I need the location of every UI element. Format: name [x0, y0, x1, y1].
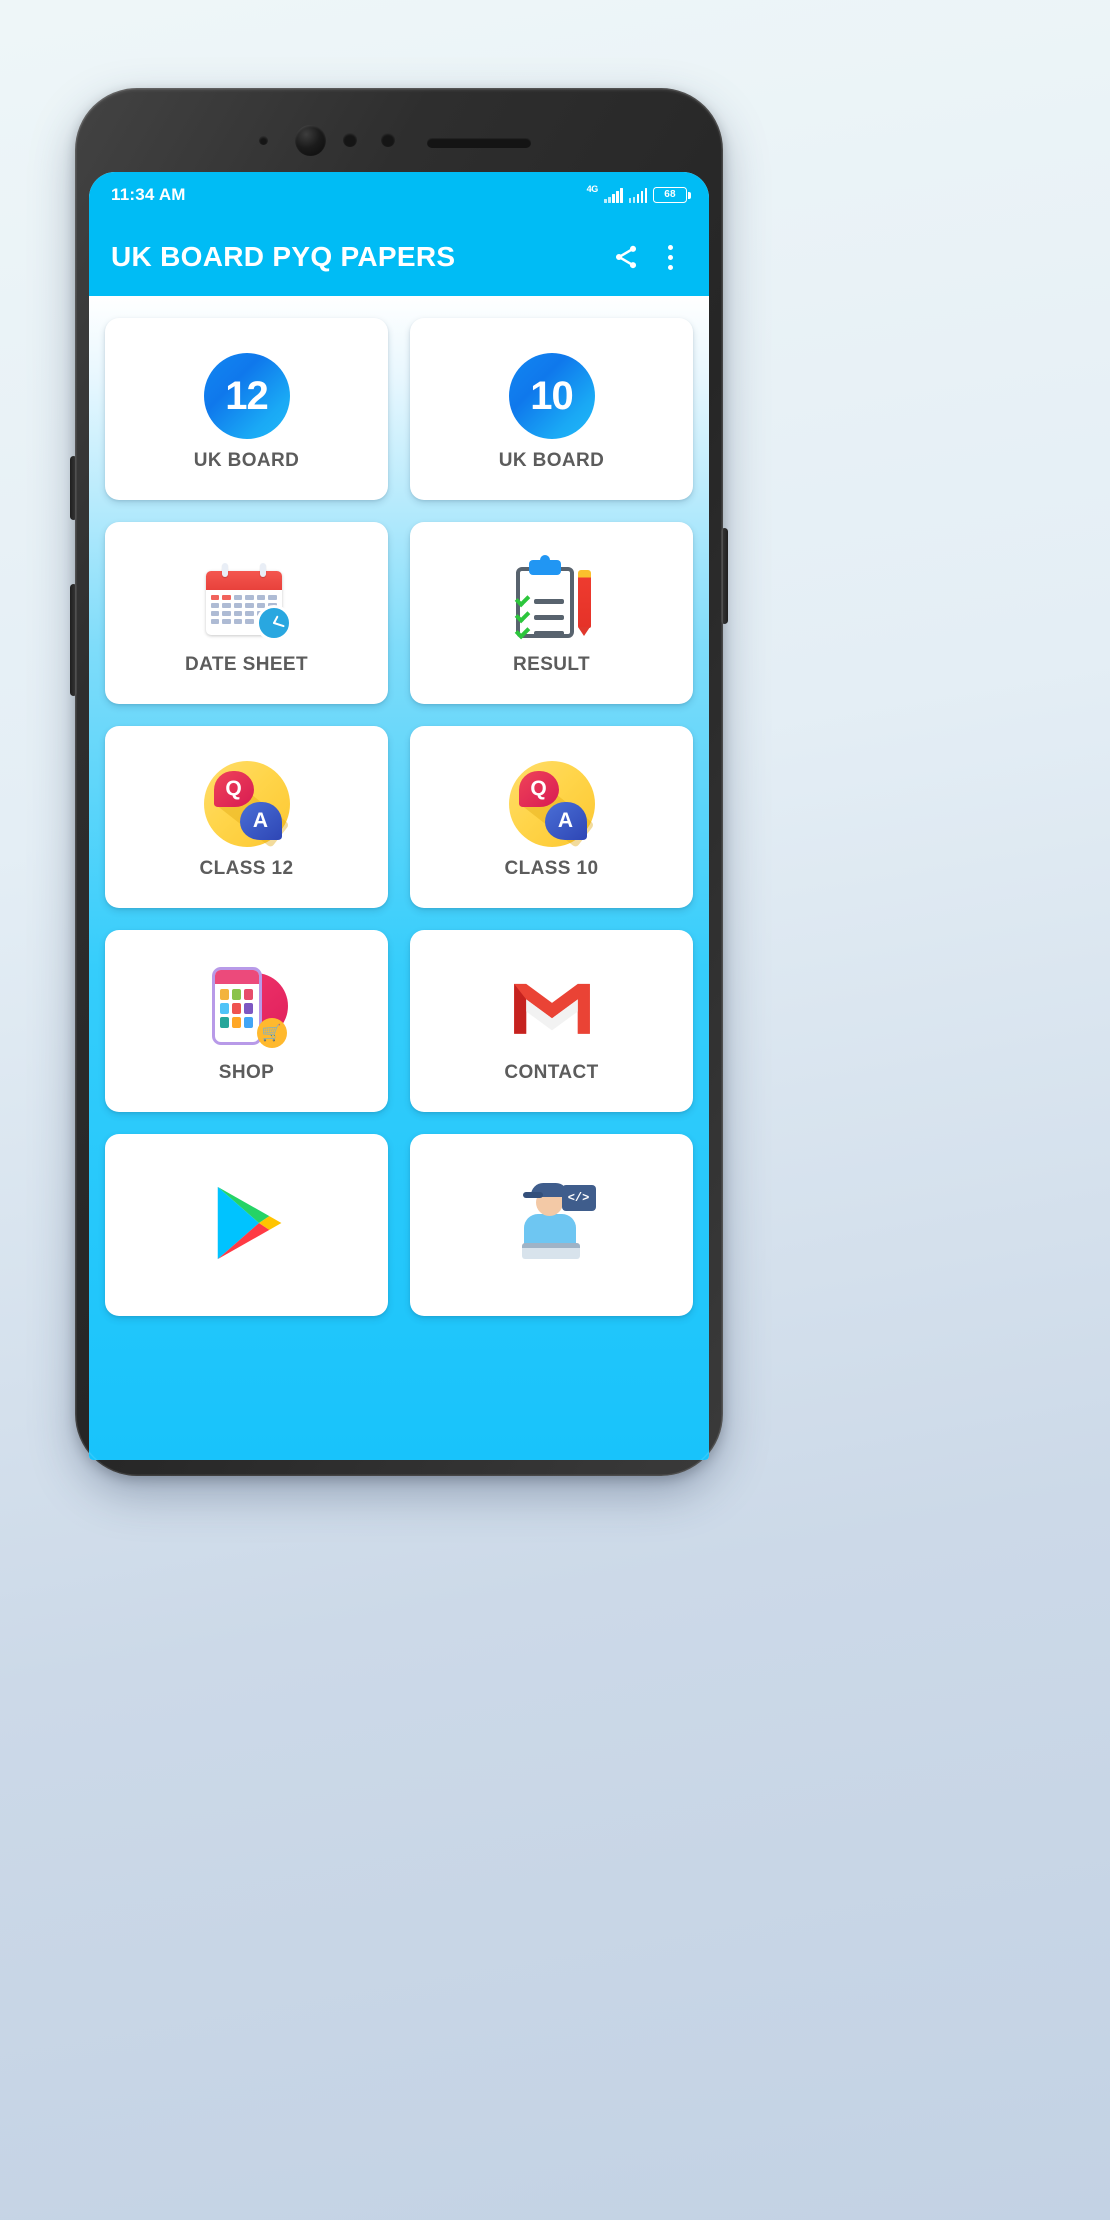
card-shop[interactable]: 🛒 SHOP — [105, 930, 388, 1112]
clipboard-checklist-icon — [506, 554, 598, 646]
card-class-10[interactable]: Q A CLASS 10 — [410, 726, 693, 908]
battery-icon: 68 — [653, 187, 691, 203]
card-uk-board-12[interactable]: 12 UK BOARD — [105, 318, 388, 500]
proximity-sensor-icon — [343, 133, 357, 147]
status-bar: 11:34 AM 4G 68 — [89, 172, 709, 218]
developer-person-icon: </> — [506, 1177, 598, 1269]
calendar-clock-icon — [201, 554, 293, 646]
volume-down-button[interactable] — [70, 584, 77, 696]
code-tag-icon: </> — [561, 1185, 596, 1211]
network-type-label: 4G — [586, 184, 599, 194]
card-uk-board-10[interactable]: 10 UK BOARD — [410, 318, 693, 500]
page-title: UK BOARD PYQ PAPERS — [111, 241, 456, 272]
battery-percent-label: 68 — [664, 189, 676, 200]
card-label: UK BOARD — [193, 450, 300, 471]
question-bubble: Q — [518, 771, 559, 807]
volume-up-button[interactable] — [70, 456, 77, 520]
phone-mockup-frame: 11:34 AM 4G 68 UK BOARD PYQ PAPERS 12 UK… — [70, 88, 728, 1476]
card-label: CONTACT — [504, 1062, 599, 1083]
question-answer-icon: Q A — [201, 758, 293, 850]
gmail-envelope-icon — [506, 962, 598, 1054]
card-developer[interactable]: </> — [410, 1134, 693, 1316]
clock-icon — [255, 605, 292, 641]
status-indicators: 4G 68 — [586, 184, 691, 203]
mobile-shop-cart-icon: 🛒 — [201, 962, 293, 1054]
card-label: RESULT — [513, 654, 590, 675]
card-label: DATE SHEET — [185, 654, 308, 675]
card-result[interactable]: RESULT — [410, 522, 693, 704]
card-label: CLASS 10 — [504, 858, 599, 879]
class-12-badge-number: 12 — [203, 353, 290, 439]
light-sensor-icon — [381, 133, 395, 147]
class-10-badge-icon: 10 — [506, 350, 598, 442]
front-camera-icon — [295, 125, 326, 156]
app-bar: UK BOARD PYQ PAPERS — [89, 218, 709, 296]
cart-icon: 🛒 — [256, 1018, 287, 1048]
sensor-cluster — [75, 124, 723, 158]
main-content: 12 UK BOARD 10 UK BOARD DATE SHEET RESUL… — [89, 296, 709, 1460]
answer-bubble: A — [544, 802, 587, 840]
card-contact[interactable]: CONTACT — [410, 930, 693, 1112]
power-button[interactable] — [721, 528, 728, 624]
signal-bars-secondary-icon — [628, 188, 647, 203]
card-google-play[interactable] — [105, 1134, 388, 1316]
ir-sensor-icon — [259, 136, 268, 145]
card-class-12[interactable]: Q A CLASS 12 — [105, 726, 388, 908]
answer-bubble: A — [239, 802, 282, 840]
signal-bars-icon — [604, 188, 623, 203]
class-12-badge-icon: 12 — [201, 350, 293, 442]
question-answer-icon: Q A — [506, 758, 598, 850]
card-label: UK BOARD — [498, 450, 605, 471]
pencil-icon — [577, 570, 591, 636]
card-date-sheet[interactable]: DATE SHEET — [105, 522, 388, 704]
status-time: 11:34 AM — [111, 185, 186, 204]
class-10-badge-number: 10 — [508, 353, 595, 439]
card-label: CLASS 12 — [199, 858, 294, 879]
more-vertical-icon[interactable] — [653, 236, 687, 278]
phone-screen: 11:34 AM 4G 68 UK BOARD PYQ PAPERS 12 UK… — [89, 172, 709, 1460]
menu-grid: 12 UK BOARD 10 UK BOARD DATE SHEET RESUL… — [105, 318, 693, 1316]
earpiece-speaker — [427, 138, 531, 148]
question-bubble: Q — [213, 771, 254, 807]
google-play-icon — [201, 1177, 293, 1269]
card-label: SHOP — [218, 1062, 275, 1083]
share-icon[interactable] — [605, 236, 647, 278]
